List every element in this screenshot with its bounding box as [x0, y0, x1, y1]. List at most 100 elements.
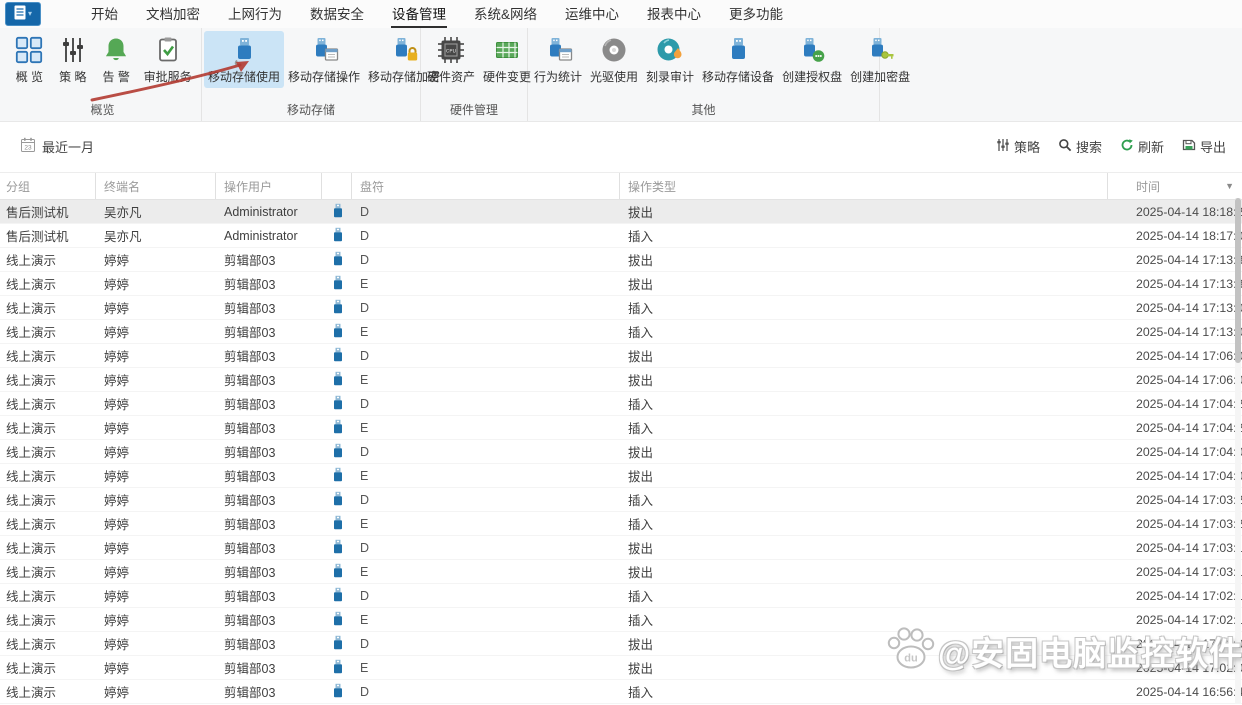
date-range-filter[interactable]: 23 最近一月	[20, 137, 94, 156]
column-header-label: 盘符	[360, 179, 385, 194]
table-row[interactable]: 线上演示 婷婷 剪辑部03 D 插入 2025-04-14 17:03:20	[0, 488, 1242, 512]
cell-user: Administrator	[224, 204, 298, 219]
ribbon-button-usb-keydisk[interactable]: 创建加密盘	[846, 31, 914, 88]
usb-drive-icon	[333, 563, 343, 581]
table-row[interactable]: 线上演示 婷婷 剪辑部03 E 插入 2025-04-14 17:04:29	[0, 416, 1242, 440]
table-row[interactable]: 线上演示 婷婷 剪辑部03 D 插入 2025-04-14 17:13:00	[0, 296, 1242, 320]
menu-tabs: 开始 文档加密 上网行为 数据安全 设备管理 系统&网络 运维中心 报表中心 更多功能	[90, 0, 784, 30]
table-row[interactable]: 线上演示 婷婷 剪辑部03 D 插入 2025-04-14 17:02:11	[0, 584, 1242, 608]
ribbon-button-policy-sliders[interactable]: 策 略	[53, 31, 93, 88]
scrollbar-thumb[interactable]	[1235, 198, 1241, 363]
ribbon-button-usb-device[interactable]: 移动存储设备	[698, 31, 778, 88]
table-row[interactable]: 线上演示 婷婷 剪辑部03 E 插入 2025-04-14 17:02:11	[0, 608, 1242, 632]
menu-tab-1[interactable]: 开始	[90, 0, 119, 30]
column-header-group[interactable]: 分组	[0, 173, 96, 199]
ribbon-button-label: 硬件资产	[427, 70, 476, 84]
cell-user: 剪辑部03	[224, 470, 276, 484]
table-row[interactable]: 线上演示 婷婷 剪辑部03 D 拔出 2025-04-14 17:04:06	[0, 440, 1242, 464]
table-row[interactable]: 线上演示 婷婷 剪辑部03 E 拔出 2025-04-14 17:06:00	[0, 368, 1242, 392]
svg-text:23: 23	[24, 145, 32, 152]
column-header-user[interactable]: 操作用户	[216, 173, 322, 199]
table-row[interactable]: 线上演示 婷婷 剪辑部03 E 拔出 2025-04-14 17:13:37	[0, 272, 1242, 296]
menu-tab-3[interactable]: 上网行为	[227, 0, 283, 30]
column-header-label: 操作类型	[628, 179, 677, 194]
toolbar-refresh-button[interactable]: 刷新	[1120, 137, 1164, 156]
menu-tab-2[interactable]: 文档加密	[145, 0, 201, 30]
menu-tab-5[interactable]: 设备管理	[391, 0, 447, 30]
menu-tab-6[interactable]: 系统&网络	[473, 0, 538, 30]
cell-terminal: 婷婷	[104, 446, 130, 460]
ribbon-button-optical-disc[interactable]: 光驱使用	[586, 31, 642, 88]
ribbon-button-alert-bell[interactable]: 告 警	[96, 31, 136, 88]
ribbon-group-2: 移动存储使用 移动存储操作 移动存储加密 移动存储	[202, 28, 440, 121]
table-header: 分组 终端名 操作用户 盘符 操作类型 时间 ▼	[0, 173, 1242, 200]
export-icon	[1182, 138, 1196, 155]
table-row[interactable]: 售后测试机 吴亦凡 Administrator D 拔出 2025-04-14 18:18…	[0, 200, 1242, 224]
menu-tab-8[interactable]: 报表中心	[646, 0, 702, 30]
cell-drive-icon	[322, 659, 352, 677]
ribbon-button-cpu-chip[interactable]: CPU 硬件资产	[423, 31, 479, 88]
cell-drive-icon	[322, 251, 352, 269]
cell-drive-icon	[322, 539, 352, 557]
ribbon-button-overview-grid[interactable]: 概 览	[9, 31, 49, 88]
ribbon-button-usb-usage[interactable]: 移动存储使用	[204, 31, 285, 88]
cell-terminal: 婷婷	[104, 614, 130, 628]
cell-action: 插入	[628, 326, 654, 340]
cell-time: 2025-04-14 17:06:00	[1136, 372, 1242, 387]
column-header-label: 终端名	[104, 179, 141, 194]
cell-drive-letter: D	[360, 300, 370, 315]
ribbon-group-label: 移动存储	[286, 103, 335, 117]
filter-bar: 23 最近一月 策略 搜索 刷新 导出	[0, 122, 1242, 173]
table-row[interactable]: 线上演示 婷婷 剪辑部03 E 插入 2025-04-14 17:13:00	[0, 320, 1242, 344]
table-row[interactable]: 售后测试机 吴亦凡 Administrator D 插入 2025-04-14 18:17…	[0, 224, 1242, 248]
table-row[interactable]: 线上演示 婷婷 剪辑部03 D 拔出 2025-04-14 17:03:15	[0, 536, 1242, 560]
toolbar-export-button[interactable]: 导出	[1182, 137, 1226, 156]
table-row[interactable]: 线上演示 婷婷 剪辑部03 D 拔出 2025-04-14 17:02:09	[0, 632, 1242, 656]
cell-group: 线上演示	[6, 566, 57, 580]
usb-drive-icon	[333, 467, 343, 485]
ribbon-button-hardware-board[interactable]: 硬件变更	[479, 31, 535, 88]
usb-drive-icon	[333, 323, 343, 341]
cell-drive-letter: E	[360, 372, 369, 387]
ribbon-group-1: 概 览 策 略 告 警审批服务 概览	[4, 28, 202, 121]
ribbon-button-usb-operation[interactable]: 移动存储操作	[284, 31, 364, 88]
menu-tab-7[interactable]: 运维中心	[564, 0, 620, 30]
column-header-drive[interactable]: 盘符	[352, 173, 620, 199]
cell-drive-icon	[322, 395, 352, 413]
cell-terminal: 婷婷	[104, 686, 130, 700]
vertical-scrollbar[interactable]	[1235, 198, 1241, 704]
table-row[interactable]: 线上演示 婷婷 剪辑部03 D 插入 2025-04-14 17:04:29	[0, 392, 1242, 416]
table-row[interactable]: 线上演示 婷婷 剪辑部03 D 插入 2025-04-14 16:56:48	[0, 680, 1242, 704]
cell-action: 插入	[628, 422, 654, 436]
refresh-icon	[1120, 138, 1134, 155]
ribbon-button-approval-clipboard[interactable]: 审批服务	[140, 31, 196, 88]
cell-user: 剪辑部03	[224, 686, 276, 700]
cell-time: 2025-04-14 17:04:29	[1136, 396, 1242, 411]
column-header-action[interactable]: 操作类型	[620, 173, 1108, 199]
menu-tab-4[interactable]: 数据安全	[309, 0, 365, 30]
ribbon-button-usb-authorize[interactable]: 创建授权盘	[778, 31, 846, 88]
table-row[interactable]: 线上演示 婷婷 剪辑部03 E 插入 2025-04-14 17:03:20	[0, 512, 1242, 536]
table-row[interactable]: 线上演示 婷婷 剪辑部03 D 拔出 2025-04-14 17:06:00	[0, 344, 1242, 368]
table-row[interactable]: 线上演示 婷婷 剪辑部03 D 拔出 2025-04-14 17:13:37	[0, 248, 1242, 272]
cell-user: 剪辑部03	[224, 566, 276, 580]
sort-arrow-icon[interactable]: ▼	[1225, 181, 1234, 191]
table-row[interactable]: 线上演示 婷婷 剪辑部03 E 拔出 2025-04-14 17:03:15	[0, 560, 1242, 584]
table-row[interactable]: 线上演示 婷婷 剪辑部03 E 拔出 2025-04-14 17:02:09	[0, 656, 1242, 680]
toolbar-sliders-button[interactable]: 策略	[996, 137, 1040, 156]
app-logo-button[interactable]: ▾	[5, 2, 41, 26]
cell-time: 2025-04-14 17:13:00	[1136, 300, 1242, 315]
cell-group: 线上演示	[6, 614, 57, 628]
ribbon-button-usb-statistics[interactable]: 行为统计	[530, 31, 586, 88]
cell-drive-letter: D	[360, 636, 370, 651]
column-header-time[interactable]: 时间 ▼	[1108, 173, 1242, 199]
cell-drive-letter: D	[360, 252, 370, 267]
column-header-terminal[interactable]: 终端名	[96, 173, 216, 199]
cell-time: 2025-04-14 17:03:20	[1136, 516, 1242, 531]
menu-tab-9[interactable]: 更多功能	[728, 0, 784, 30]
cell-user: 剪辑部03	[224, 302, 276, 316]
table-row[interactable]: 线上演示 婷婷 剪辑部03 E 拔出 2025-04-14 17:04:06	[0, 464, 1242, 488]
toolbar-search-button[interactable]: 搜索	[1058, 137, 1102, 156]
column-header-icon[interactable]	[322, 173, 352, 199]
ribbon-button-disc-burn[interactable]: 刻录审计	[642, 31, 698, 88]
